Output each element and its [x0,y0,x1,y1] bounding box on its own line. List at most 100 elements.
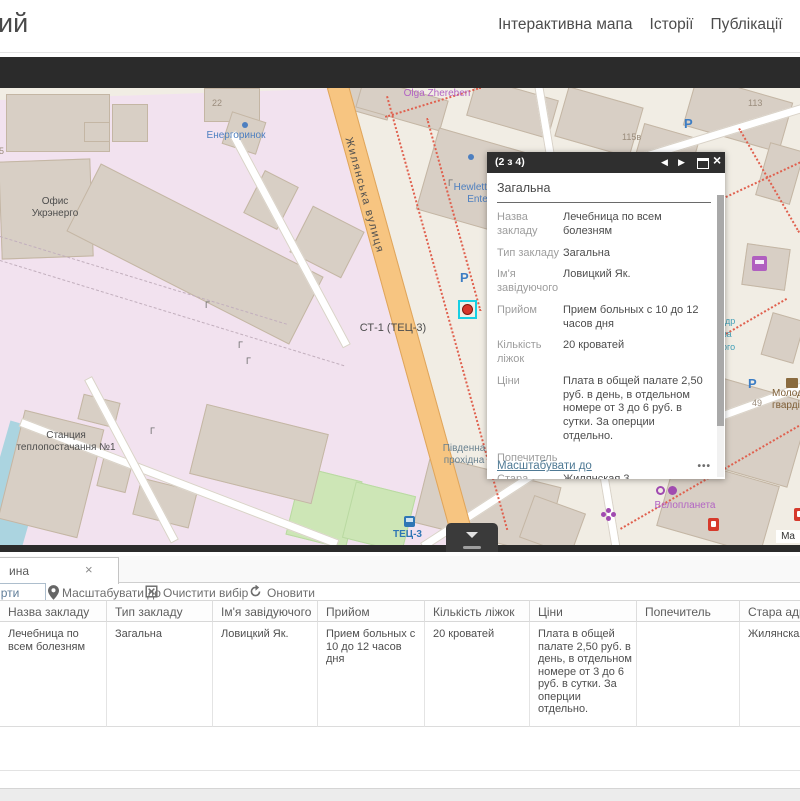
column-header[interactable]: Тип закладу [107,600,213,622]
popup-scrollbar[interactable] [717,195,724,477]
map-hn: 25 [0,146,4,156]
main-nav: Інтерактивна мапа Історії Публікації Про [498,16,800,34]
column-header[interactable]: Попечитель [637,600,740,622]
map-hn: 115в [622,132,641,142]
map-gmark: Г [246,356,251,366]
map-label-veloplaneta: Велопланета [640,500,730,512]
table-cell[interactable]: 20 кроватей [425,622,530,727]
nav-stories[interactable]: Історії [650,16,694,34]
map-bld [554,88,643,158]
table-cell[interactable]: Лечебница по всем болезням [0,622,107,727]
popup-close-button[interactable]: × [713,153,721,167]
feature-popup: (2 з 4) ◀ ▶ × Загальна Назва закладуЛече… [487,152,725,479]
popup-more-button[interactable]: ••• [697,461,711,472]
map-gmark: Г [448,178,453,188]
tab-close-icon[interactable]: × [85,562,93,577]
field-label: Прийом [497,304,563,332]
popup-header: (2 з 4) ◀ ▶ × [487,152,725,173]
field-value: Ловицкий Як. [563,268,707,296]
site-title: ий [0,8,28,39]
map-attribution: Ma [776,530,800,543]
popup-title: Загальна [497,181,711,195]
panel-divider [0,770,800,771]
field-label: Ціни [497,375,563,444]
field-label: Кількість ліжок [497,339,563,367]
column-header[interactable]: Стара адреса [740,600,800,622]
map-label-st1: СТ-1 (ТЕЦ-3) [338,322,448,335]
map-gmark: Г [205,300,210,310]
attribute-tab-label: ина [9,564,29,578]
table-cell[interactable]: Прием больных с 10 до 12 часов дня [318,622,425,727]
bike-parking-icon: P [748,376,757,391]
popup-prev-button[interactable]: ◀ [661,155,668,169]
column-header[interactable]: Ціни [530,600,637,622]
attribute-tab[interactable]: ина × [0,557,119,584]
red-poi-icon [794,508,800,521]
site-header: ий Інтерактивна мапа Історії Публікації … [0,0,800,53]
table-cell[interactable]: Плата в общей палате 2,50 руб. в день, в… [530,622,637,727]
column-header[interactable]: Назва закладу [0,600,107,622]
table-cell[interactable] [637,622,740,727]
attribute-toolbar: рти Масштабувати до Очистити вибір Онови… [0,583,800,600]
parking-icon: P [460,270,469,285]
map-label-tec3: ТЕЦ-3 [393,529,437,540]
map-label-ukrenergo: Офис Укрэнерго [24,196,86,220]
map-label-zhereben: Olga Zhereben [398,88,476,100]
toolbar-clear-selection-button[interactable]: Очистити вибір [163,586,248,600]
field-label: Ім'я завідуючого [497,268,563,296]
popup-body: Загальна Назва закладуЛечебница по всем … [487,173,725,479]
bicycle-icon [658,488,663,493]
selected-feature-marker[interactable] [458,300,477,319]
poi-dot-icon [242,122,248,128]
column-header[interactable]: Прийом [318,600,425,622]
panel-footer-strip [0,788,800,801]
field-label: Стара адреса [497,473,563,479]
chevron-down-icon [466,532,478,538]
map-bld [761,312,800,364]
nav-publications[interactable]: Публікації [711,16,783,34]
attribute-table-collapse-tab[interactable] [446,523,498,552]
field-value: Жилянская,3 [563,473,707,479]
field-value: Плата в общей палате 2,50 руб. в день, в… [563,375,707,444]
drag-grip [463,546,481,549]
column-header[interactable]: Ім'я завідуючого [213,600,318,622]
red-poi-icon [708,518,719,531]
field-label: Назва закладу [497,211,563,239]
table-cell[interactable]: Ловицкий Як. [213,622,318,727]
field-label: Тип закладу [497,247,563,261]
attribute-tab-bar: ина × [0,556,800,583]
parking-icon: P [684,116,693,131]
map-bld [112,104,148,142]
bus-stop-icon [404,516,415,527]
popup-divider [497,202,711,203]
shop-icon [752,256,767,271]
field-value: Прием больных с 10 до 12 часов дня [563,304,707,332]
field-value: Лечебница по всем болезням [563,211,707,239]
popup-maximize-button[interactable] [697,158,709,169]
florist-icon [606,516,611,521]
poi-dot-icon [468,154,474,160]
popup-next-button[interactable]: ▶ [678,155,685,169]
top-dark-band [0,57,800,88]
hotel-icon [786,378,798,388]
popup-scrollbar-thumb[interactable] [717,195,724,426]
map-hn: 113 [748,98,762,108]
map-hn: 49 [752,398,762,408]
map-bottom-band [0,545,800,552]
map-label-station: Станция теплопостачання №1 [16,430,116,454]
popup-zoom-to-link[interactable]: Масштабувати до [497,460,592,472]
map-label-energorynok: Енергоринок [196,130,276,142]
map-gmark: Г [238,340,243,350]
table-cell[interactable]: Жилянская,3 [740,622,800,727]
map-gmark: Г [150,426,155,436]
field-value: Загальна [563,247,707,261]
table-cell[interactable]: Загальна [107,622,213,727]
attribute-table-panel: ина × рти Масштабувати до Очистити вибір… [0,552,800,800]
map-hn: 22 [212,98,222,108]
toolbar-refresh-button[interactable]: Оновити [267,586,315,600]
nav-interactive-map[interactable]: Інтерактивна мапа [498,16,632,34]
map-label-moloda: Молода гвардія [772,388,800,411]
attribute-grid: Назва закладу Тип закладу Ім'я завідуючо… [0,600,800,727]
column-header[interactable]: Кількість ліжок [425,600,530,622]
popup-pager: (2 з 4) [495,156,525,168]
